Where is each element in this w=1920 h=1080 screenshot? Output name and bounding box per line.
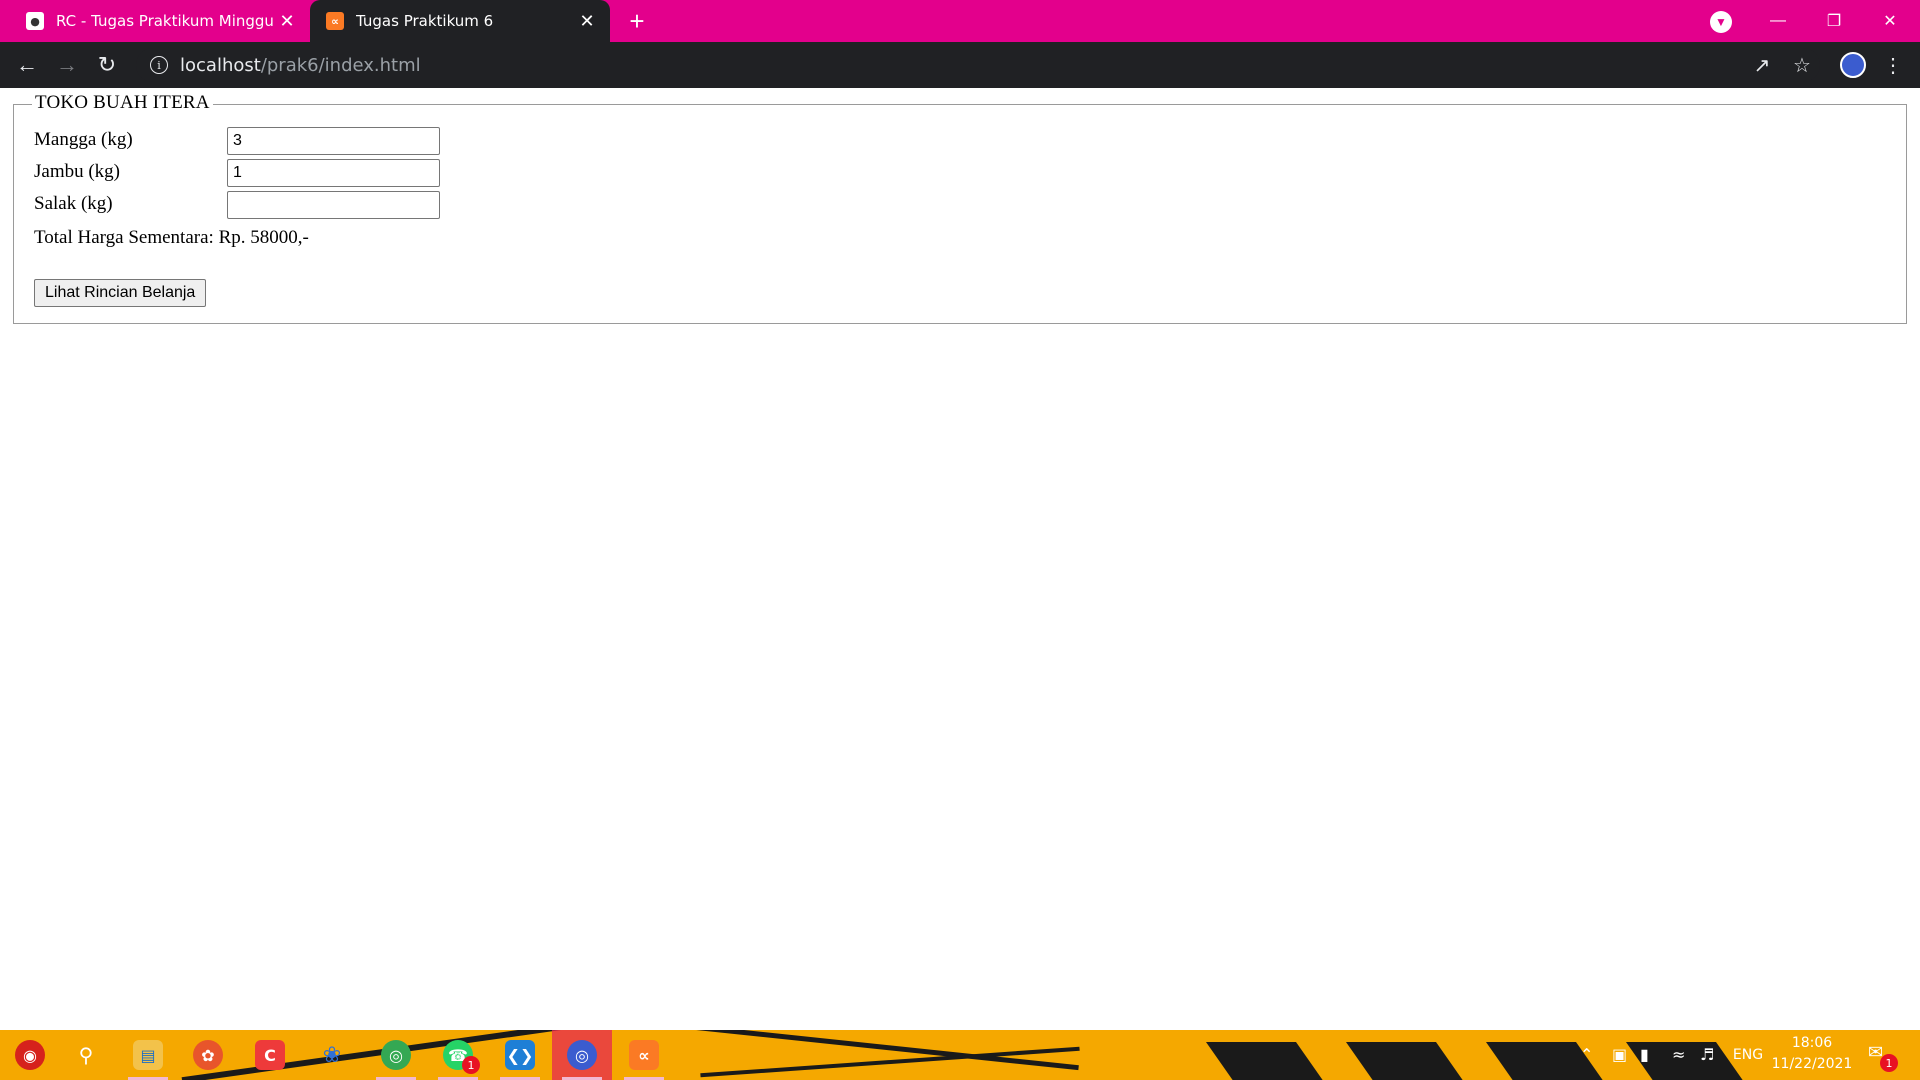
browser-titlebar: ● RC - Tugas Praktikum Minggu 6 ✕ ∝ Tuga… (0, 0, 1920, 42)
notification-badge: 1 (1880, 1054, 1898, 1072)
salak-input[interactable] (227, 191, 440, 219)
xampp-icon: ∝ (326, 12, 344, 30)
classroom-icon: ● (26, 12, 44, 30)
app-c-icon: C (255, 1040, 285, 1070)
restore-button[interactable]: ❐ (1806, 0, 1862, 42)
minimize-button[interactable]: — (1750, 0, 1806, 42)
browser-toolbar: ← → ↻ i localhost/prak6/index.html ↗ ☆ ⋮ (0, 42, 1920, 88)
salak-label: Salak (kg) (34, 193, 113, 214)
vscode-icon: ❮❯ (505, 1040, 535, 1070)
jambu-input[interactable] (227, 159, 440, 187)
store-form: TOKO BUAH ITERA Mangga (kg) Jambu (kg) S… (13, 92, 1907, 324)
taskbar-pinwheel[interactable]: ❀ (302, 1030, 362, 1080)
taskbar-firefox[interactable]: ✿ (178, 1030, 238, 1080)
share-icon[interactable]: ↗ (1747, 50, 1777, 80)
taskbar-file-explorer[interactable]: ▤ (118, 1030, 178, 1080)
close-icon[interactable]: ✕ (274, 8, 300, 34)
windows-taskbar: ◉ ⚲ ▤ ✿ C ❀ ◎ ☎ 1 ❮❯ ◎ ∝ ⌃ ▣ ▮ ≈ ♬ ENG 1… (0, 1030, 1920, 1080)
total-value: Rp. 58000,- (218, 227, 309, 248)
url-path: /prak6/index.html (260, 54, 421, 76)
taskbar-vscode[interactable]: ❮❯ (490, 1030, 550, 1080)
tab-title: Tugas Praktikum 6 (356, 12, 494, 30)
taskbar-chrome-profile[interactable]: ◎ (552, 1030, 612, 1080)
window-close-button[interactable]: ✕ (1862, 0, 1918, 42)
new-tab-button[interactable]: + (622, 6, 652, 36)
total-label: Total Harga Sementara: (34, 227, 214, 248)
mangga-input[interactable] (227, 127, 440, 155)
wifi-icon[interactable]: ≈ (1672, 1045, 1685, 1064)
taskbar-app-c[interactable]: C (240, 1030, 300, 1080)
pinwheel-icon: ❀ (322, 1042, 342, 1068)
meet-now-icon[interactable]: ▣ (1612, 1045, 1627, 1064)
clock-date[interactable]: 11/22/2021 (1770, 1056, 1854, 1072)
angry-birds-icon: ◉ (15, 1040, 45, 1070)
form-legend: TOKO BUAH ITERA (32, 92, 213, 114)
search-icon: ⚲ (78, 1043, 94, 1067)
info-icon[interactable]: i (150, 56, 168, 74)
chrome-profile-icon: ◎ (567, 1040, 597, 1070)
clock-time[interactable]: 18:06 (1770, 1035, 1854, 1051)
whatsapp-badge: 1 (462, 1056, 480, 1074)
firefox-icon: ✿ (193, 1040, 223, 1070)
chrome-icon: ◎ (381, 1040, 411, 1070)
jambu-label: Jambu (kg) (34, 161, 121, 182)
menu-kebab-icon[interactable]: ⋮ (1878, 50, 1908, 80)
mangga-label: Mangga (kg) (34, 129, 133, 150)
language-indicator[interactable]: ENG (1730, 1047, 1766, 1063)
battery-icon[interactable]: ▮ (1640, 1045, 1649, 1064)
tab-title: RC - Tugas Praktikum Minggu 6 (56, 12, 274, 30)
action-center-icon[interactable]: ✉ 1 (1868, 1042, 1898, 1072)
bookmark-star-icon[interactable]: ☆ (1787, 50, 1817, 80)
address-bar[interactable]: i localhost/prak6/index.html (136, 48, 1820, 82)
view-details-button[interactable]: Lihat Rincian Belanja (34, 279, 207, 307)
reload-button[interactable]: ↻ (92, 50, 122, 80)
file-explorer-icon: ▤ (133, 1040, 163, 1070)
taskbar-chrome[interactable]: ◎ (366, 1030, 426, 1080)
taskbar-whatsapp[interactable]: ☎ 1 (428, 1030, 488, 1080)
total-line: Total Harga Sementara: Rp. 58000,- (34, 227, 309, 249)
chevron-up-icon[interactable]: ⌃ (1580, 1045, 1593, 1064)
close-icon[interactable]: ✕ (574, 8, 600, 34)
tab-search-icon[interactable]: ▼ (1710, 11, 1732, 33)
taskbar-xampp[interactable]: ∝ (614, 1030, 674, 1080)
volume-icon[interactable]: ♬ (1700, 1045, 1714, 1064)
start-button[interactable]: ◉ (0, 1030, 60, 1080)
xampp-icon: ∝ (629, 1040, 659, 1070)
tab-rc-tugas[interactable]: ● RC - Tugas Praktikum Minggu 6 ✕ (10, 0, 310, 42)
wallpaper-stripe (1345, 1042, 1465, 1080)
page-content: TOKO BUAH ITERA Mangga (kg) Jambu (kg) S… (0, 88, 1920, 1030)
url-host: localhost (180, 54, 261, 76)
wallpaper-stripe (1205, 1042, 1325, 1080)
forward-button[interactable]: → (52, 50, 82, 80)
back-button[interactable]: ← (12, 50, 42, 80)
tab-tugas-praktikum[interactable]: ∝ Tugas Praktikum 6 ✕ (310, 0, 610, 42)
taskbar-search[interactable]: ⚲ (56, 1030, 116, 1080)
profile-avatar[interactable] (1840, 52, 1866, 78)
